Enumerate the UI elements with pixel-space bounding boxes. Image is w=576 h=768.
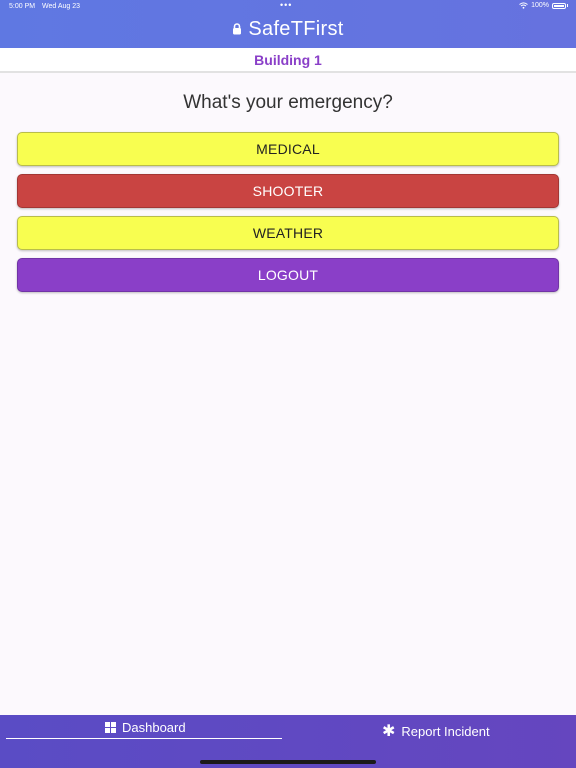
logout-button[interactable]: LOGOUT [17,258,559,292]
app-screen: 5:00 PM Wed Aug 23 ••• 100% SafeTFirst B… [0,0,576,768]
asterisk-icon: ✱ [382,722,396,740]
tab-bar: Dashboard ✱ Report Incident [0,715,576,768]
app-title: SafeTFirst [248,17,344,40]
status-bar: 5:00 PM Wed Aug 23 ••• 100% [0,0,576,14]
lock-icon [233,23,242,35]
tab-dashboard[interactable]: Dashboard [105,720,186,735]
building-bar: Building 1 [0,48,576,73]
title-row: SafeTFirst [0,17,576,41]
header-bar: 5:00 PM Wed Aug 23 ••• 100% SafeTFirst [0,0,576,48]
tab-dashboard-label: Dashboard [122,720,186,735]
shooter-button[interactable]: SHOOTER [17,174,559,208]
active-tab-indicator [6,738,282,739]
tab-report-incident[interactable]: ✱ Report Incident [382,722,490,740]
tab-report-incident-label: Report Incident [401,724,490,739]
emergency-prompt: What's your emergency? [183,92,393,113]
medical-button[interactable]: MEDICAL [17,132,559,166]
building-name: Building 1 [254,51,322,68]
home-indicator[interactable] [200,760,376,764]
status-time: 5:00 PM [9,3,36,10]
status-date: Wed Aug 23 [42,3,81,10]
weather-button[interactable]: WEATHER [17,216,559,250]
battery-tip [567,4,568,7]
battery-icon [552,2,566,9]
status-right: 100% [519,2,568,9]
multitasking-dots[interactable]: ••• [280,1,292,10]
dashboard-grid-icon [105,722,116,733]
battery-percent: 100% [531,2,549,9]
wifi-icon [519,2,528,9]
